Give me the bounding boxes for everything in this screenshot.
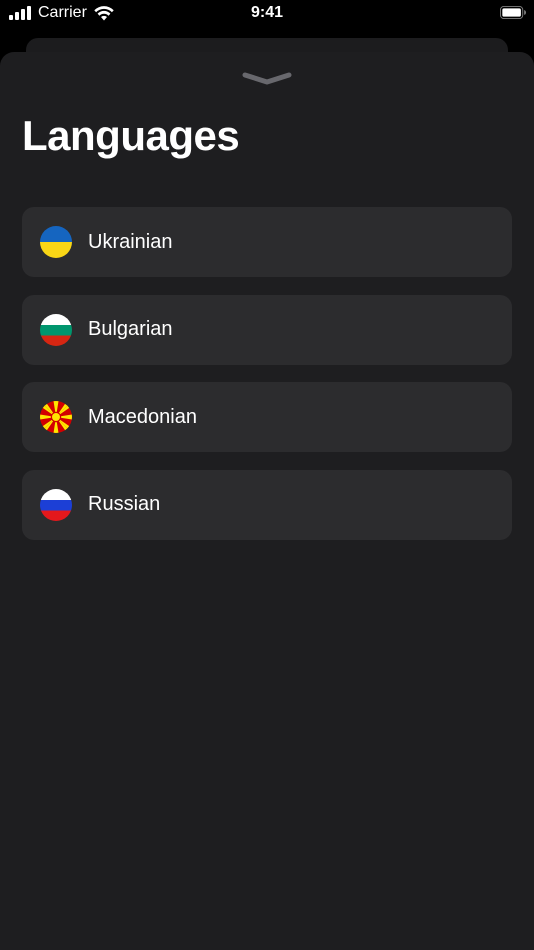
russia-flag-icon <box>40 488 72 521</box>
language-list: Ukrainian Bulgarian Macedonian Russian <box>22 207 512 557</box>
language-label: Macedonian <box>88 405 197 428</box>
language-row-macedonian[interactable]: Macedonian <box>22 382 512 452</box>
language-label: Russian <box>88 493 161 515</box>
status-bar: Carrier 9:41 <box>0 0 534 30</box>
battery-icon <box>500 6 526 19</box>
chevron-down-icon[interactable] <box>242 70 292 86</box>
language-label: Bulgarian <box>88 318 173 340</box>
ukraine-flag-icon <box>40 226 72 258</box>
screen: Carrier 9:41 Languages Ukrainian Bulgari… <box>0 0 534 950</box>
languages-sheet: Languages Ukrainian Bulgarian Macedonian… <box>0 52 534 950</box>
language-label: Ukrainian <box>88 230 173 253</box>
language-row-ukrainian[interactable]: Ukrainian <box>22 207 512 277</box>
page-title: Languages <box>22 112 240 159</box>
bulgaria-flag-icon <box>40 313 72 346</box>
language-row-bulgarian[interactable]: Bulgarian <box>22 294 512 365</box>
macedonia-flag-icon <box>40 401 72 433</box>
status-time: 9:41 <box>250 4 284 21</box>
language-row-russian[interactable]: Russian <box>22 469 512 540</box>
